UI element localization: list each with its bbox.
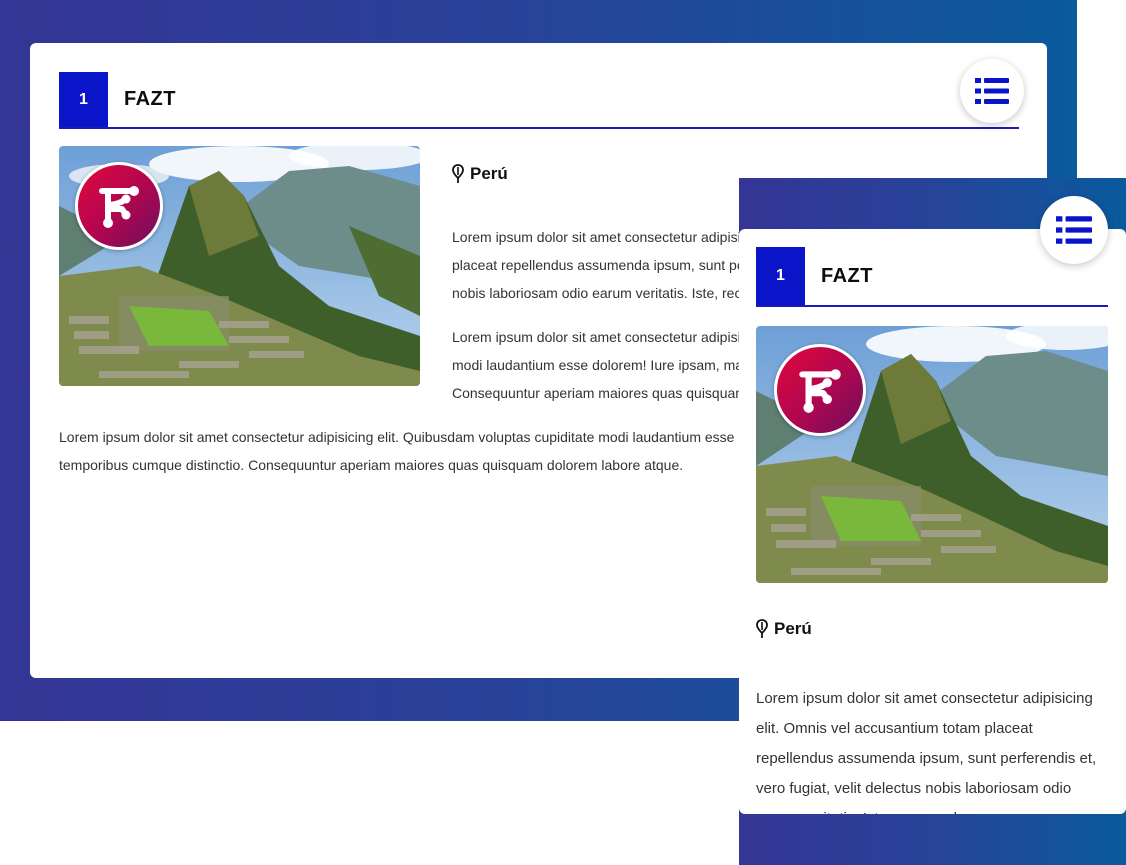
mobile-location-text: Perú [774, 619, 812, 638]
mobile-location-label: Perú [756, 619, 812, 639]
machu-picchu-image [59, 146, 420, 386]
list-icon [1056, 216, 1092, 244]
location-label: Perú [452, 164, 508, 184]
map-pin-icon [756, 619, 768, 638]
fazt-logo-icon [99, 186, 139, 228]
mobile-brand-logo-badge [774, 344, 866, 436]
brand-logo-badge [75, 162, 163, 250]
mobile-card: 1 FAZT Perú Lorem ipsum dolor sit amet c… [739, 229, 1126, 814]
mobile-card-number: 1 [756, 247, 805, 305]
mobile-menu-button[interactable] [1040, 196, 1108, 264]
location-text: Perú [470, 164, 508, 183]
fazt-logo-icon [799, 369, 841, 413]
brand-title: FAZT [124, 88, 176, 110]
card-header: 1 FAZT [59, 72, 1019, 129]
list-icon [975, 78, 1009, 104]
mobile-brand-title: FAZT [821, 264, 873, 287]
menu-button[interactable] [960, 59, 1024, 123]
card-number: 1 [59, 72, 108, 127]
mobile-machu-picchu-image [756, 326, 1108, 583]
map-pin-icon [452, 164, 464, 183]
mobile-description-paragraph: Lorem ipsum dolor sit amet consectetur a… [756, 690, 1097, 814]
